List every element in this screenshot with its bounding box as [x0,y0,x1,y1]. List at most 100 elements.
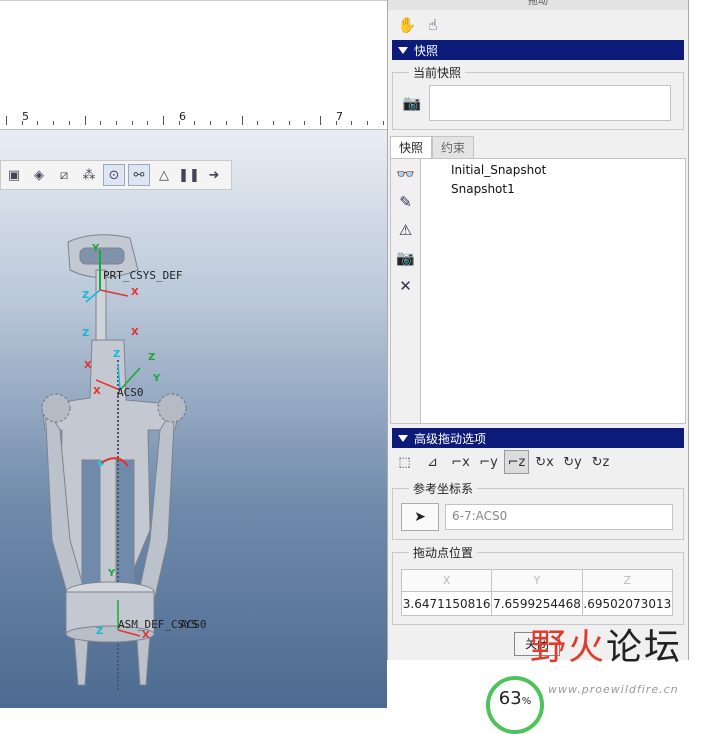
plane-drag-icon[interactable]: ⊿ [420,450,445,474]
snapshot-list: Initial_Snapshot Snapshot1 [421,159,685,423]
ruler-tick [241,116,243,125]
ruler-tick [6,116,7,125]
drag-z-axis-icon[interactable]: ⌐z [504,450,529,474]
axis-label: Z [113,349,121,360]
drag-point-group: 拖动点位置 X Y Z 3.6471150816 7.6599254468 .6… [392,544,684,625]
reference-csys-field[interactable]: 6-7:ACS0 [445,504,673,530]
snapshot-area: 👓 ✎ ⚠ 📷 ✕ Initial_Snapshot Snapshot1 [390,158,686,424]
axis-label: X [142,630,150,641]
ruler-tick [351,121,353,125]
tab-constraints[interactable]: 约束 [432,136,475,158]
canvas-top-area [0,0,387,104]
axis-label: Y [108,568,116,579]
drag-point-table: X Y Z 3.6471150816 7.6599254468 .6950207… [400,569,674,616]
ruler-tick [320,116,321,125]
progress-unit: % [521,696,532,707]
drag-x-axis-icon[interactable]: ⌐x [448,450,473,474]
ruler-tick [84,116,86,125]
model-left-gear [41,393,71,423]
select-csys-arrow-icon[interactable]: ➤ [401,503,439,531]
ruler-tick [147,121,149,125]
group-label: 当前快照 [413,66,462,80]
ruler-tick [272,121,274,125]
ruler-tick [367,121,369,125]
ruler-label: 6 [179,110,186,123]
ruler-tick [335,121,337,125]
column-header-y: Y [491,569,583,592]
collapse-triangle-icon [398,434,408,442]
dialog-title: 拖动 [388,0,688,10]
watermark-logo: 野火论坛 [530,618,682,670]
axis-label: Z [96,626,104,637]
model-slot-left [81,459,101,591]
model-right-gear [157,393,187,423]
point-drag-hand-icon[interactable]: ✋ [396,14,418,36]
take-snapshot-camera-icon[interactable]: 📷 [401,92,423,114]
ruler-tick [288,121,290,125]
table-row: 3.6471150816 7.6599254468 .69502073013 [400,591,674,616]
axis-label: X [131,327,139,338]
ruler-label: 5 [22,110,29,123]
column-header-z: Z [581,569,674,592]
drag-dialog: 拖动 ✋ ☝ 快照 当前快照 📷 快照 约束 👓 ✎ ⚠ 📷 ✕ Initial… [387,0,689,660]
axis-label: X [93,386,101,397]
list-item[interactable]: Snapshot1 [451,180,685,199]
ruler-tick [163,116,164,125]
glasses-icon[interactable]: 👓 [395,163,417,185]
watermark-url: www.proewildfire.cn [548,683,679,696]
body-drag-hand-icon[interactable]: ☝ [422,14,444,36]
model-csys-label: ACS0 [180,618,207,631]
ruler: 5 6 7 [0,104,387,130]
camera-update-icon[interactable]: 📷 [395,247,417,269]
ruler-label: 7 [336,110,343,123]
axis-label: Y [153,373,161,384]
y-value-cell[interactable]: 7.6599254468 [491,591,583,616]
drag-y-axis-icon[interactable]: ⌐y [476,450,501,474]
pencil-icon[interactable]: ✎ [395,191,417,213]
column-header-x: X [400,569,493,592]
progress-value: 63 [498,688,522,709]
axis-label: Y [92,243,100,254]
rotate-x-icon[interactable]: ↻x [532,450,557,474]
ruler-tick [194,121,196,125]
watermark-char: 野 [530,627,569,668]
rotate-y-icon[interactable]: ↻y [560,450,585,474]
axis-label: Z [82,328,90,339]
graphics-viewport[interactable]: ▣ ◈ ⧄ ⁂ ⊙ ⚯ △ ❚❚ ➜ PRT_CSYS_DEF ACS0 ASM… [0,130,387,708]
ruler-tick [304,121,306,125]
rotate-z-icon[interactable]: ↻z [588,450,613,474]
axis-label: Z [82,290,90,301]
advanced-section-header[interactable]: 高级拖动选项 [392,428,684,448]
ruler-tick [382,121,384,125]
package-move-icon[interactable]: ⬚ [392,450,417,474]
ruler-tick [115,121,117,125]
watermark-char: 论坛 [606,627,683,668]
delete-x-icon[interactable]: ✕ [395,275,417,297]
drag-tools: ✋ ☝ [388,10,688,40]
x-value-cell[interactable]: 3.6471150816 [400,591,493,616]
add-to-drawing-icon[interactable]: ⚠ [395,219,417,241]
reference-csys-group: 参考坐标系 ➤ 6-7:ACS0 [392,480,684,540]
model-handle-hole [79,247,125,265]
ruler-tick [100,121,102,125]
ruler-tick [257,121,259,125]
ruler-tick [37,121,39,125]
snapshot-name-field[interactable] [429,85,671,121]
ruler-tick [225,121,227,125]
list-item[interactable]: Initial_Snapshot [451,161,685,180]
model-csys-label: PRT_CSYS_DEF [103,269,183,282]
model-csys-label: ACS0 [117,386,144,399]
watermark-char: 火 [568,627,607,668]
axis-label: X [131,287,139,298]
group-label: 参考坐标系 [413,482,474,496]
ruler-tick [21,121,23,125]
axis-label: X [84,360,92,371]
ruler-tick [178,121,180,125]
z-value-cell[interactable]: .69502073013 [581,591,674,616]
axis-label: Z [148,352,156,363]
ruler-tick [210,121,212,125]
ruler-tick [131,121,133,125]
snapshots-section-header[interactable]: 快照 [392,40,684,60]
tab-snapshots[interactable]: 快照 [390,136,433,158]
current-snapshot-group: 当前快照 📷 [392,64,684,130]
